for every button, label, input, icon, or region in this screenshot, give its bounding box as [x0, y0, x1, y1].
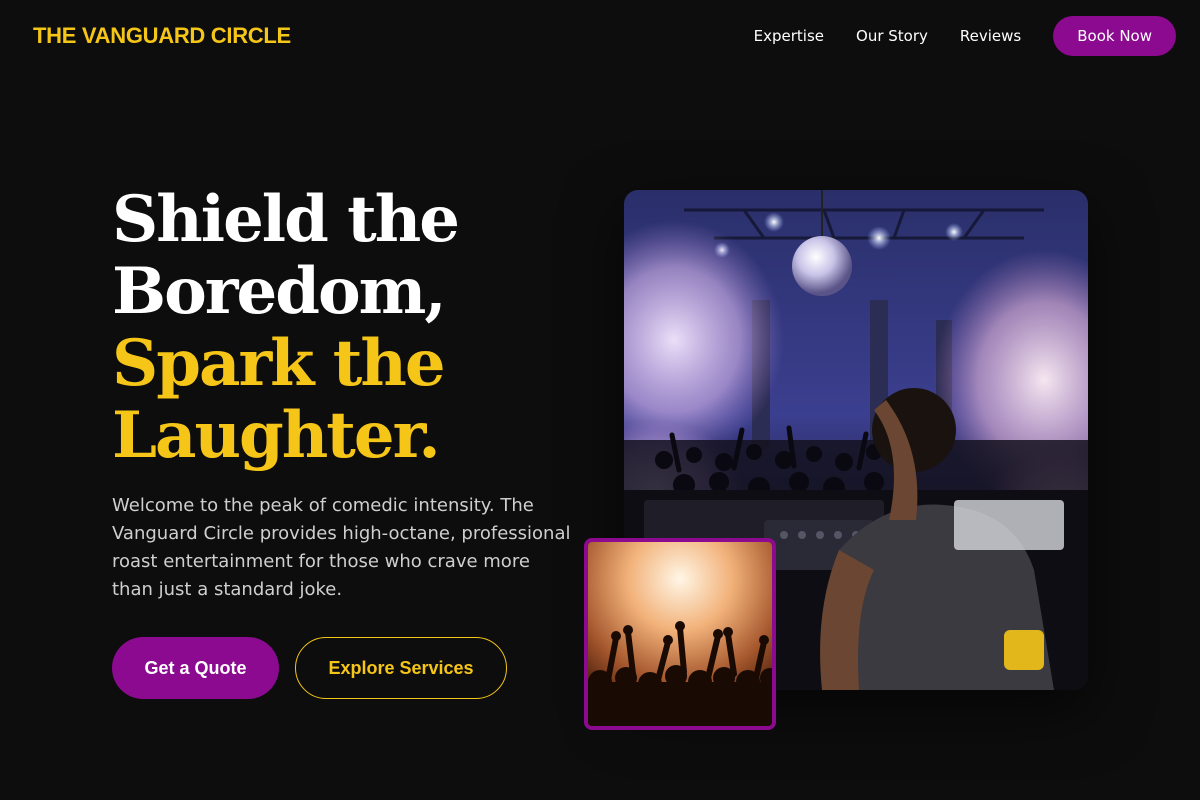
site-header: THE VANGUARD CIRCLE Expertise Our Story …: [0, 0, 1200, 72]
main-nav: Expertise Our Story Reviews Book Now: [754, 16, 1176, 56]
hero-description: Welcome to the peak of comedic intensity…: [112, 495, 571, 600]
headline-line-2: Boredom,: [112, 254, 447, 329]
hero-headline: Shield the Boredom, Spark the Laughter.: [112, 184, 552, 472]
headline-line-3: Spark the: [112, 326, 446, 401]
explore-services-button[interactable]: Explore Services: [295, 637, 507, 699]
nav-link-expertise[interactable]: Expertise: [754, 27, 824, 45]
get-quote-button[interactable]: Get a Quote: [112, 637, 279, 699]
headline-line-4: Laughter.: [112, 398, 441, 473]
concert-crowd-photo: [584, 538, 776, 730]
book-now-button[interactable]: Book Now: [1053, 16, 1176, 56]
nav-link-our-story[interactable]: Our Story: [856, 27, 928, 45]
nav-link-reviews[interactable]: Reviews: [960, 27, 1021, 45]
brand-logo[interactable]: THE VANGUARD CIRCLE: [33, 23, 291, 49]
page: THE VANGUARD CIRCLE Expertise Our Story …: [0, 0, 1200, 800]
headline-line-1: Shield the: [112, 182, 460, 257]
